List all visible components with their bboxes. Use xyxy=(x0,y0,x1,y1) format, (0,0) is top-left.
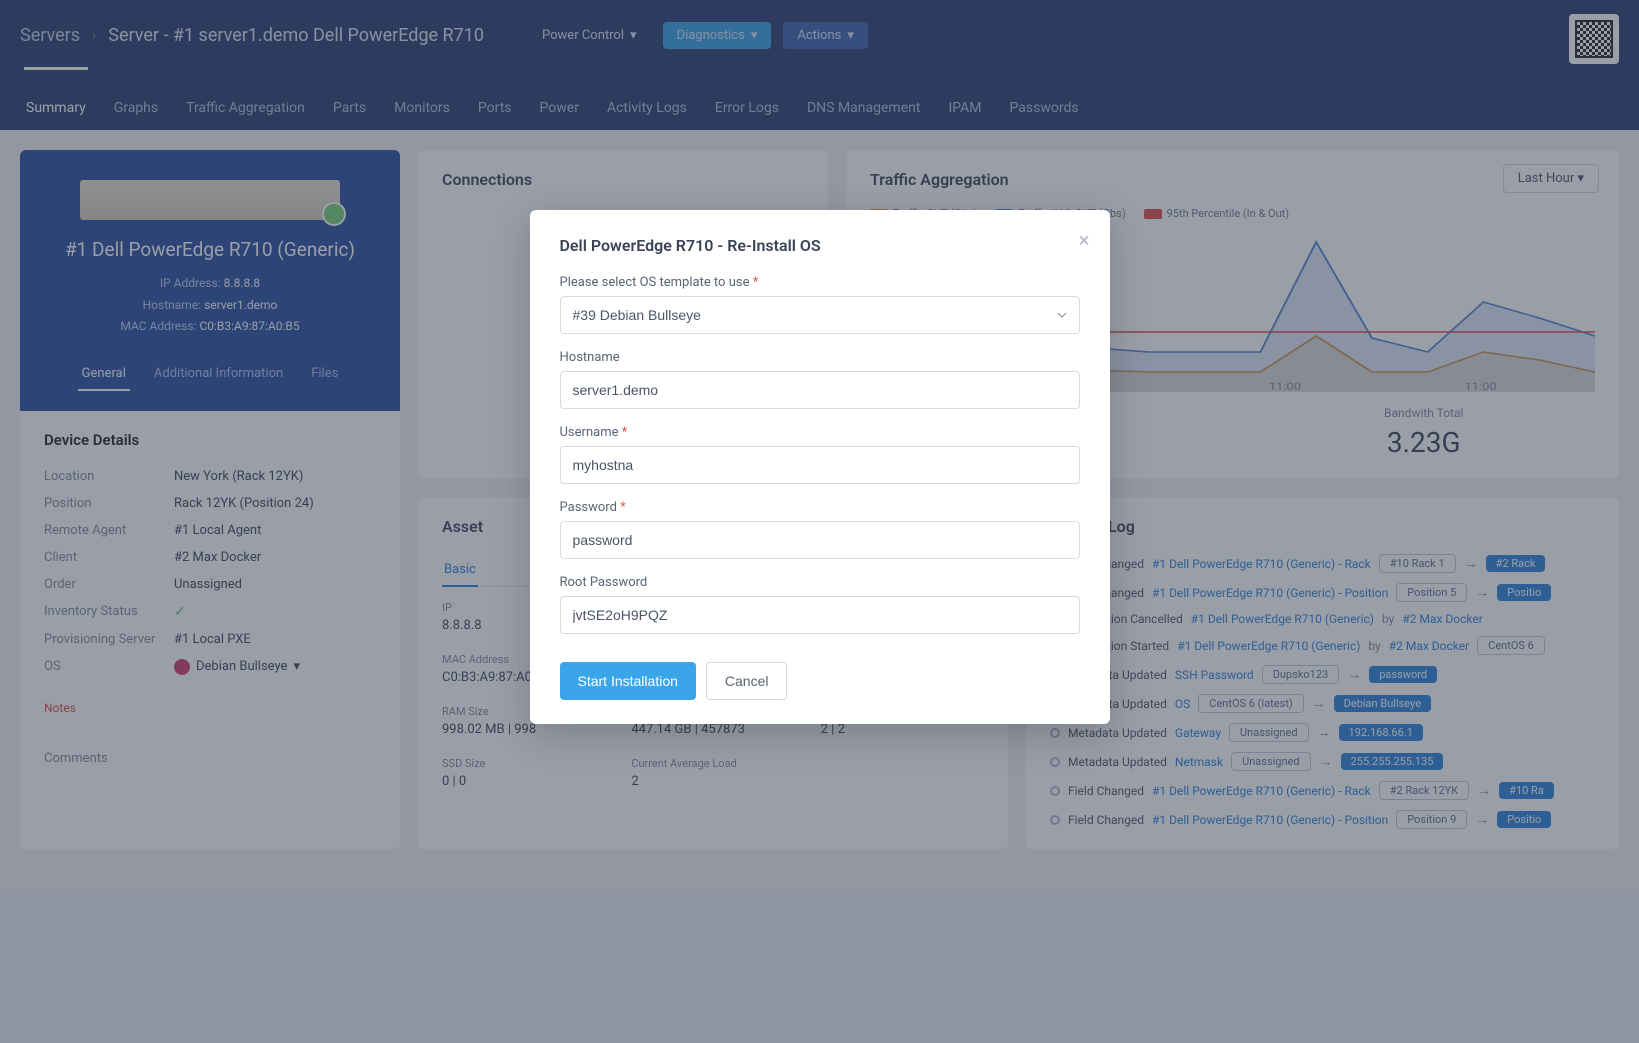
modal-overlay[interactable]: Dell PowerEdge R710 - Re-Install OS × Pl… xyxy=(0,0,1639,1043)
username-label: Username * xyxy=(560,425,1080,440)
close-icon[interactable]: × xyxy=(1079,230,1090,250)
username-input[interactable] xyxy=(560,446,1080,484)
cancel-button[interactable]: Cancel xyxy=(706,662,788,700)
password-input[interactable] xyxy=(560,521,1080,559)
rootpw-input[interactable] xyxy=(560,596,1080,634)
hostname-input[interactable] xyxy=(560,371,1080,409)
start-installation-button[interactable]: Start Installation xyxy=(560,662,696,700)
rootpw-label: Root Password xyxy=(560,575,1080,590)
os-template-group: Please select OS template to use * #39 D… xyxy=(560,275,1080,334)
os-template-label: Please select OS template to use * xyxy=(560,275,1080,290)
os-template-select[interactable]: #39 Debian Bullseye xyxy=(560,296,1080,334)
rootpw-group: Root Password xyxy=(560,575,1080,634)
modal-title: Dell PowerEdge R710 - Re-Install OS xyxy=(560,236,1080,255)
password-group: Password * xyxy=(560,500,1080,559)
modal-actions: Start Installation Cancel xyxy=(560,662,1080,700)
reinstall-os-modal: Dell PowerEdge R710 - Re-Install OS × Pl… xyxy=(530,210,1110,724)
hostname-group: Hostname xyxy=(560,350,1080,409)
password-label: Password * xyxy=(560,500,1080,515)
username-group: Username * xyxy=(560,425,1080,484)
hostname-label: Hostname xyxy=(560,350,1080,365)
